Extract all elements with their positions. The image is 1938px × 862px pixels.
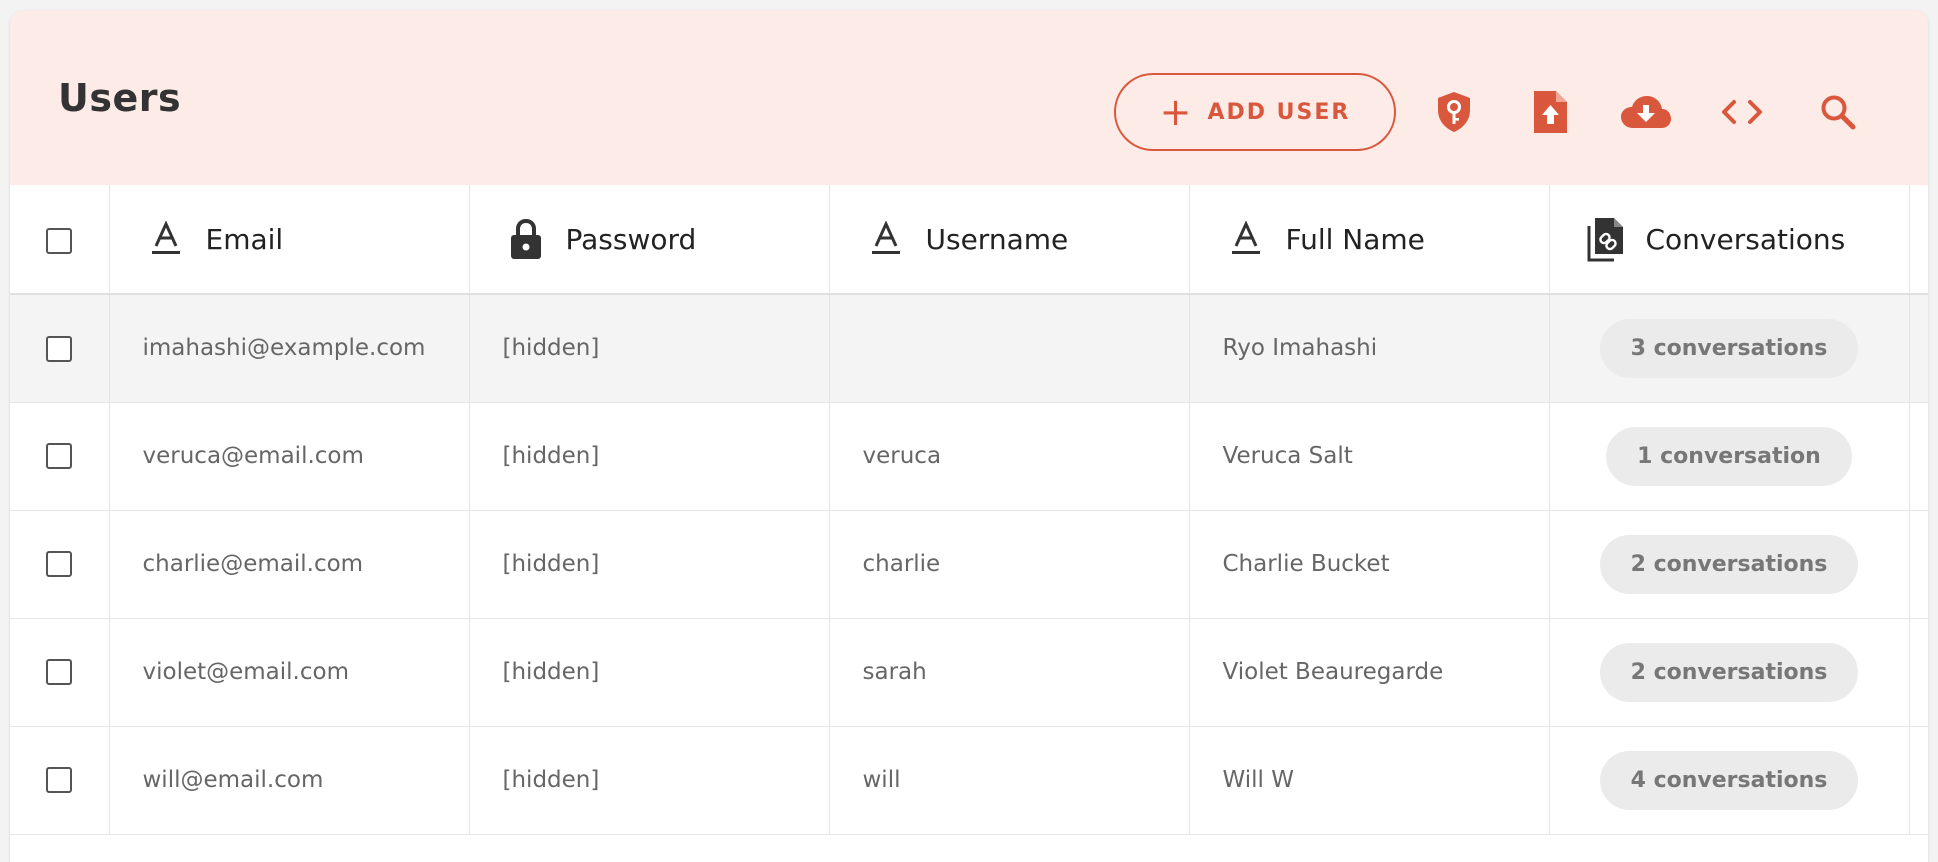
conversations-chip[interactable]: 1 conversation [1606, 426, 1852, 486]
conversations-chip[interactable]: 2 conversations [1599, 642, 1859, 702]
column-header-extra [1909, 185, 1928, 294]
column-label: Username [925, 222, 1069, 256]
users-table: Email Password Username Full Name Conver… [10, 185, 1928, 835]
row-select-cell [10, 294, 110, 402]
column-header-password[interactable]: Password [469, 185, 830, 294]
select-all-checkbox[interactable] [46, 227, 73, 254]
add-user-label: ADD USER [1207, 99, 1351, 125]
conversations-chip[interactable]: 2 conversations [1599, 534, 1859, 594]
conversations-cell: 1 conversation [1549, 402, 1910, 510]
cloud-download-icon[interactable] [1616, 82, 1676, 142]
email-cell[interactable]: violet@email.com [109, 618, 470, 726]
password-cell[interactable]: [hidden] [469, 726, 830, 834]
text-type-icon [1226, 217, 1266, 261]
column-label: Full Name [1285, 222, 1425, 256]
conversations-chip[interactable]: 3 conversations [1599, 318, 1859, 378]
username-cell[interactable]: veruca [829, 402, 1190, 510]
full-name-cell[interactable]: Violet Beauregarde [1189, 618, 1550, 726]
file-upload-icon[interactable] [1520, 82, 1580, 142]
text-type-icon [146, 217, 186, 261]
row-checkbox[interactable] [46, 767, 73, 794]
conversations-cell: 4 conversations [1549, 726, 1910, 834]
column-header-full-name[interactable]: Full Name [1189, 185, 1550, 294]
full-name-cell[interactable]: Veruca Salt [1189, 402, 1550, 510]
select-all-cell [10, 185, 110, 294]
full-name-cell[interactable]: Ryo Imahashi [1189, 294, 1550, 402]
row-select-cell [10, 402, 110, 510]
conversations-cell: 2 conversations [1549, 510, 1910, 618]
column-header-conversations[interactable]: Conversations [1549, 185, 1910, 294]
username-cell[interactable] [829, 294, 1190, 402]
full-name-cell[interactable]: Will W [1189, 726, 1550, 834]
shield-key-icon[interactable] [1424, 82, 1484, 142]
table-row[interactable]: violet@email.com [hidden] sarah Violet B… [10, 618, 1928, 726]
linked-files-icon [1586, 217, 1626, 262]
panel-header: Users + ADD USER [10, 10, 1928, 185]
column-header-username[interactable]: Username [829, 185, 1190, 294]
extra-cell [1909, 618, 1928, 726]
conversations-cell: 3 conversations [1549, 294, 1910, 402]
table-row[interactable]: will@email.com [hidden] will Will W 4 co… [10, 726, 1928, 834]
row-select-cell [10, 510, 110, 618]
email-cell[interactable]: imahashi@example.com [109, 294, 470, 402]
row-checkbox[interactable] [46, 659, 73, 686]
text-type-icon [866, 217, 906, 261]
password-cell[interactable]: [hidden] [469, 294, 830, 402]
conversations-chip[interactable]: 4 conversations [1599, 750, 1859, 810]
column-label: Password [565, 222, 697, 256]
table-row[interactable]: imahashi@example.com [hidden] Ryo Imahas… [10, 294, 1928, 402]
search-icon[interactable] [1808, 82, 1868, 142]
page-title: Users [58, 75, 182, 120]
row-checkbox[interactable] [46, 443, 73, 470]
column-label: Email [205, 222, 284, 256]
password-cell[interactable]: [hidden] [469, 510, 830, 618]
conversations-cell: 2 conversations [1549, 618, 1910, 726]
full-name-cell[interactable]: Charlie Bucket [1189, 510, 1550, 618]
password-cell[interactable]: [hidden] [469, 618, 830, 726]
row-checkbox[interactable] [46, 551, 73, 578]
plus-icon: + [1159, 90, 1194, 134]
password-cell[interactable]: [hidden] [469, 402, 830, 510]
email-cell[interactable]: charlie@email.com [109, 510, 470, 618]
extra-cell [1909, 402, 1928, 510]
email-cell[interactable]: veruca@email.com [109, 402, 470, 510]
extra-cell [1909, 726, 1928, 834]
toolbar: + ADD USER [1114, 73, 1868, 151]
email-cell[interactable]: will@email.com [109, 726, 470, 834]
extra-cell [1909, 510, 1928, 618]
code-icon[interactable] [1712, 82, 1772, 142]
username-cell[interactable]: sarah [829, 618, 1190, 726]
lock-icon [506, 217, 546, 261]
table-header-row: Email Password Username Full Name Conver… [10, 185, 1928, 294]
add-user-button[interactable]: + ADD USER [1114, 73, 1396, 151]
column-header-email[interactable]: Email [109, 185, 470, 294]
table-row[interactable]: charlie@email.com [hidden] charlie Charl… [10, 510, 1928, 618]
row-select-cell [10, 726, 110, 834]
row-select-cell [10, 618, 110, 726]
column-label: Conversations [1645, 222, 1846, 256]
extra-cell [1909, 294, 1928, 402]
table-row[interactable]: veruca@email.com [hidden] veruca Veruca … [10, 402, 1928, 510]
users-panel: Users + ADD USER Email Password Username… [10, 10, 1928, 862]
username-cell[interactable]: will [829, 726, 1190, 834]
username-cell[interactable]: charlie [829, 510, 1190, 618]
row-checkbox[interactable] [46, 335, 73, 362]
